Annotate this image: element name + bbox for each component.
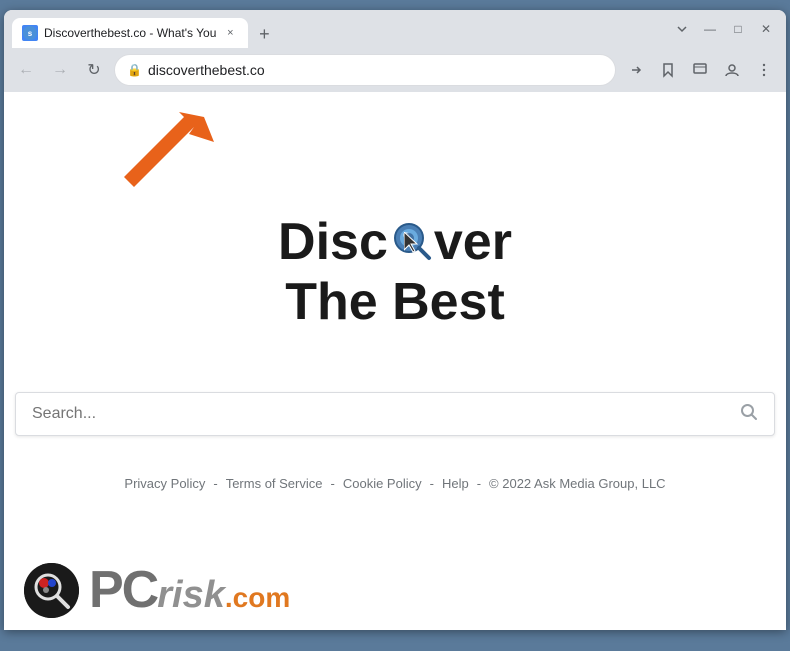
com-text: .com <box>225 582 290 614</box>
address-bar[interactable]: 🔒 <box>114 54 616 86</box>
cursor-icon <box>404 232 422 254</box>
terms-of-service-link[interactable]: Terms of Service <box>226 476 323 491</box>
share-button[interactable] <box>622 56 650 84</box>
help-link[interactable]: Help <box>442 476 469 491</box>
risk-text: risk <box>157 574 225 617</box>
menu-button[interactable] <box>750 56 778 84</box>
logo-line2: The Best <box>278 272 512 332</box>
logo-line1: Disc ver <box>278 212 512 272</box>
copyright-text: © 2022 Ask Media Group, LLC <box>489 476 666 491</box>
tab-title: Discoverthebest.co - What's You <box>44 26 216 40</box>
lock-icon: 🔒 <box>127 63 142 77</box>
bookmark-button[interactable] <box>654 56 682 84</box>
page-content: Disc ver The Best <box>4 92 786 630</box>
back-button[interactable]: ← <box>12 56 40 84</box>
tab-search-control[interactable] <box>670 17 694 41</box>
footer-sep4: - <box>477 476 481 491</box>
footer-sep3: - <box>430 476 434 491</box>
tab-manager-button[interactable] <box>686 56 714 84</box>
pcrisk-icon-svg <box>24 563 79 618</box>
logo-discover-before: Disc <box>278 212 388 272</box>
privacy-policy-link[interactable]: Privacy Policy <box>124 476 205 491</box>
svg-text:s: s <box>28 29 33 38</box>
pcrisk-brand-text: PC risk .com <box>89 560 290 620</box>
footer: Privacy Policy - Terms of Service - Cook… <box>124 476 665 491</box>
footer-sep1: - <box>213 476 217 491</box>
tab-strip: s Discoverthebest.co - What's You × + <box>12 10 666 48</box>
logo-area: Disc ver The Best <box>278 212 512 332</box>
mouse-cursor <box>404 232 422 259</box>
maximize-button[interactable]: □ <box>726 17 750 41</box>
title-bar: s Discoverthebest.co - What's You × + — … <box>4 10 786 48</box>
footer-sep2: - <box>331 476 335 491</box>
toolbar-icons <box>622 56 778 84</box>
orange-arrow-icon <box>124 112 214 202</box>
search-icon <box>740 403 758 426</box>
search-bar[interactable] <box>15 392 775 436</box>
pc-text: PC <box>89 560 157 620</box>
window-controls: — □ ✕ <box>670 17 778 41</box>
close-button[interactable]: ✕ <box>754 17 778 41</box>
new-tab-button[interactable]: + <box>250 20 278 48</box>
minimize-button[interactable]: — <box>698 17 722 41</box>
tab-close-button[interactable]: × <box>222 25 238 41</box>
active-tab[interactable]: s Discoverthebest.co - What's You × <box>12 18 248 48</box>
address-input[interactable] <box>148 62 603 78</box>
browser-window: s Discoverthebest.co - What's You × + — … <box>4 10 786 630</box>
reload-button[interactable]: ↻ <box>80 56 108 84</box>
logo-discover-after: ver <box>434 212 512 272</box>
toolbar: ← → ↻ 🔒 <box>4 48 786 92</box>
forward-button[interactable]: → <box>46 56 74 84</box>
profile-button[interactable] <box>718 56 746 84</box>
pcrisk-watermark: PC risk .com <box>4 550 310 630</box>
pcrisk-logo-icon <box>24 563 79 618</box>
tab-favicon: s <box>22 25 38 41</box>
cookie-policy-link[interactable]: Cookie Policy <box>343 476 422 491</box>
search-input[interactable] <box>32 405 740 423</box>
